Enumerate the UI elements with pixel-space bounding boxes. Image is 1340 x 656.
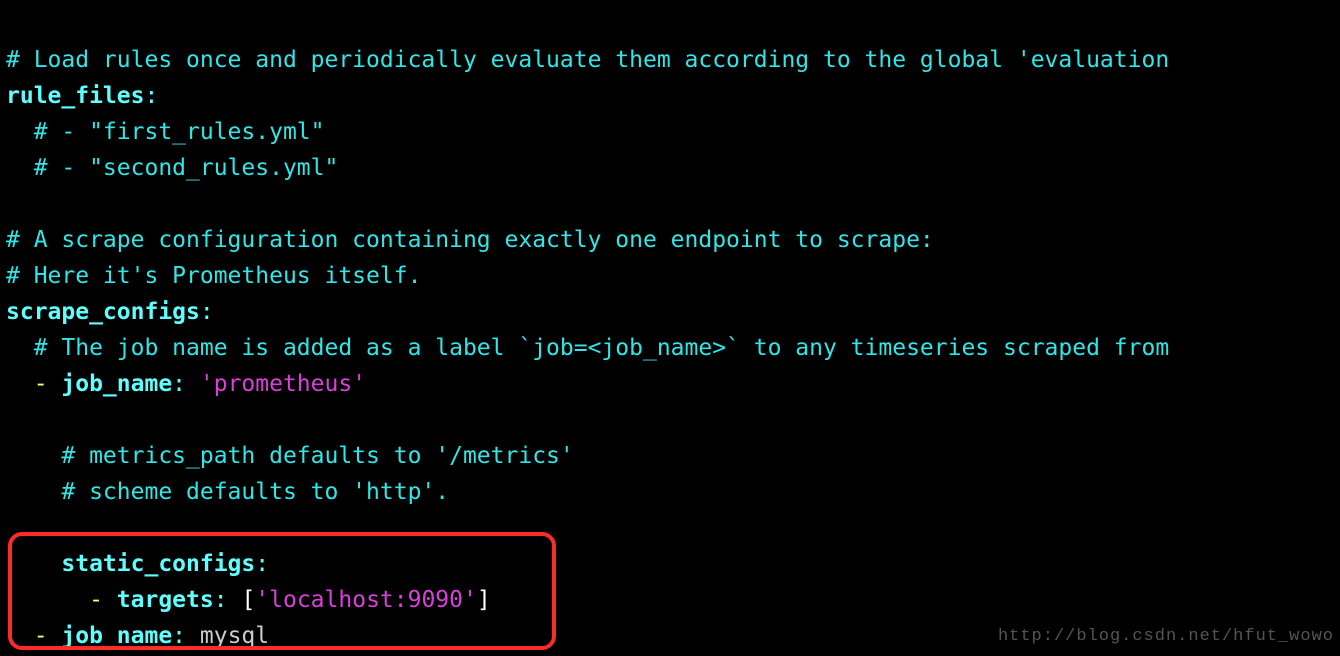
yaml-key-job-name: job_name [61, 623, 172, 649]
comment-line: # A scrape configuration containing exac… [6, 227, 934, 253]
comment-line: # The job name is added as a label `job=… [6, 335, 1169, 361]
yaml-key-static-configs: static_configs [61, 551, 255, 577]
colon: : [172, 371, 200, 397]
yaml-string: 'prometheus' [200, 371, 366, 397]
yaml-literal: mysql [200, 623, 269, 649]
comment-line: # metrics_path defaults to '/metrics' [6, 443, 574, 469]
yaml-key-job-name: job_name [61, 371, 172, 397]
comment-line: # Here it's Prometheus itself. [6, 263, 421, 289]
yaml-key-scrape-configs: scrape_configs [6, 299, 200, 325]
comment-line: # - "second_rules.yml" [6, 155, 338, 181]
comment-line: # Load rules once and periodically evalu… [6, 47, 1169, 73]
yaml-key-rule-files: rule_files [6, 83, 144, 109]
indent [6, 551, 61, 577]
colon: : [255, 551, 269, 577]
yaml-dash: - [6, 371, 61, 397]
comment-line: # scheme defaults to 'http'. [6, 479, 449, 505]
colon: : [214, 587, 242, 613]
colon: : [144, 83, 158, 109]
yaml-dash: - [6, 623, 61, 649]
bracket-open: [ [241, 587, 255, 613]
bracket-close: ] [477, 587, 491, 613]
watermark-text: http://blog.csdn.net/hfut_wowo [998, 627, 1334, 646]
yaml-key-targets: targets [117, 587, 214, 613]
colon: : [172, 623, 200, 649]
code-block: # Load rules once and periodically evalu… [6, 42, 1169, 654]
yaml-string: 'localhost:9090' [255, 587, 477, 613]
colon: : [200, 299, 214, 325]
comment-line: # - "first_rules.yml" [6, 119, 325, 145]
indent [6, 587, 89, 613]
yaml-dash: - [89, 587, 117, 613]
